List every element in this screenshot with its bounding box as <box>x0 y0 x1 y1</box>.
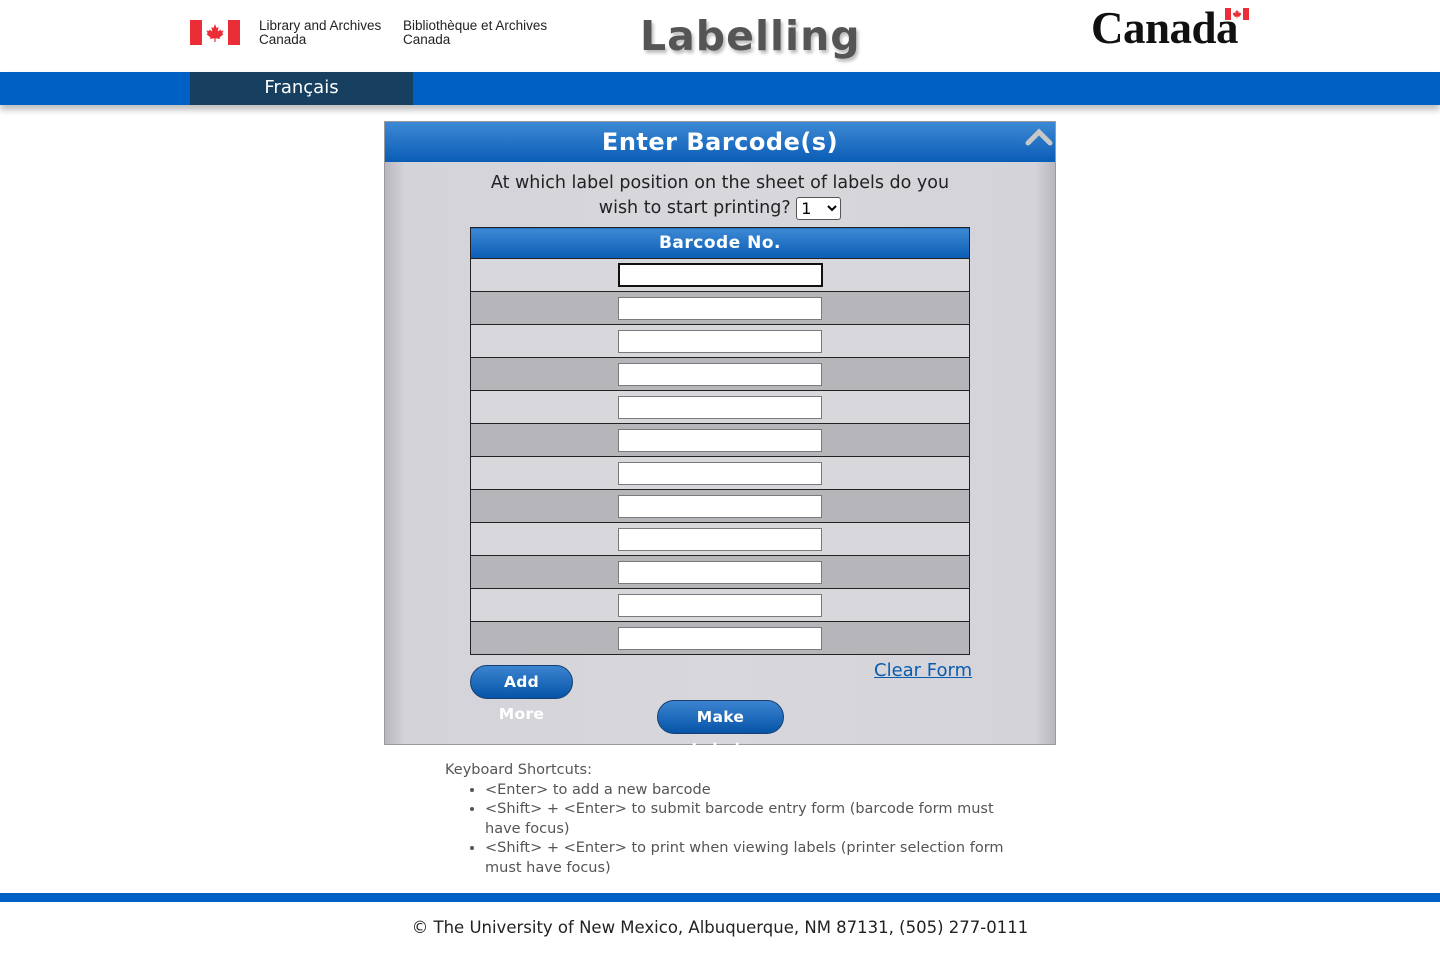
barcode-cell <box>470 588 970 622</box>
wordmark-flag-icon <box>1225 8 1249 20</box>
barcode-table: Barcode No. <box>470 227 970 655</box>
barcode-cell <box>470 324 970 358</box>
table-row <box>470 357 970 391</box>
shortcuts-list: <Enter> to add a new barcode <Shift> + <… <box>445 781 1005 879</box>
barcode-input[interactable] <box>618 362 822 386</box>
table-row <box>470 555 970 589</box>
shortcut-item: <Enter> to add a new barcode <box>485 781 1005 801</box>
table-row <box>470 489 970 523</box>
org-name-french: Bibliothèque et Archives Canada <box>403 19 547 47</box>
barcode-cell <box>470 390 970 424</box>
barcode-column-header: Barcode No. <box>470 227 970 259</box>
panel-title: Enter Barcode(s) <box>601 128 839 156</box>
barcode-cell <box>470 357 970 391</box>
add-more-button[interactable]: Add More <box>470 665 573 723</box>
panel-header: Enter Barcode(s) <box>385 122 1055 162</box>
shortcut-item: <Shift> + <Enter> to submit barcode entr… <box>485 800 1005 839</box>
barcode-input[interactable] <box>618 461 822 485</box>
table-row <box>470 390 970 424</box>
canada-wordmark: Canada <box>1091 3 1239 53</box>
org-name-english: Library and Archives Canada <box>259 19 381 47</box>
barcode-input[interactable] <box>618 395 822 419</box>
table-row <box>470 258 970 292</box>
barcode-input[interactable] <box>618 626 822 650</box>
table-row <box>470 423 970 457</box>
barcode-cell <box>470 423 970 457</box>
footer-copyright: © The University of New Mexico, Albuquer… <box>411 918 1029 937</box>
canada-flag-icon <box>190 20 240 45</box>
barcode-input[interactable] <box>618 329 822 353</box>
clear-form-link[interactable]: Clear Form <box>874 660 972 681</box>
barcode-cell <box>470 456 970 490</box>
barcode-table-body <box>470 258 970 655</box>
start-position-question: At which label position on the sheet of … <box>385 162 1055 221</box>
barcode-input[interactable] <box>618 560 822 584</box>
table-row <box>470 291 970 325</box>
barcode-cell <box>470 621 970 655</box>
barcode-input[interactable] <box>618 527 822 551</box>
barcode-entry-panel: Enter Barcode(s) At which label position… <box>384 121 1056 758</box>
shortcuts-heading: Keyboard Shortcuts: <box>445 762 592 778</box>
table-row <box>470 324 970 358</box>
barcode-input[interactable] <box>618 494 822 518</box>
org-en-line1: Library and Archives <box>259 18 382 33</box>
org-en-line2: Canada <box>259 32 307 47</box>
org-fr-line1: Bibliothèque et Archives <box>403 18 548 33</box>
site-header: Library and Archives Canada Bibliothèque… <box>0 0 1440 72</box>
barcode-cell <box>470 291 970 325</box>
nav-bar: Français <box>0 72 1440 105</box>
table-row <box>470 456 970 490</box>
language-toggle-link[interactable]: Français <box>190 72 413 105</box>
question-line1: At which label position on the sheet of … <box>490 173 950 193</box>
barcode-input[interactable] <box>617 263 823 287</box>
table-row <box>470 522 970 556</box>
barcode-cell <box>470 555 970 589</box>
chevron-up-icon[interactable] <box>1025 127 1053 147</box>
table-row <box>470 588 970 622</box>
barcode-cell <box>470 522 970 556</box>
app-title: Labelling <box>640 12 861 60</box>
keyboard-shortcuts: Keyboard Shortcuts: <Enter> to add a new… <box>445 761 1005 878</box>
table-row <box>470 621 970 655</box>
barcode-input[interactable] <box>618 296 822 320</box>
footer-bar <box>0 893 1440 902</box>
shortcut-item: <Shift> + <Enter> to print when viewing … <box>485 839 1005 878</box>
org-fr-line2: Canada <box>403 32 451 47</box>
barcode-cell <box>470 489 970 523</box>
barcode-input[interactable] <box>618 593 822 617</box>
barcode-cell <box>470 258 970 292</box>
make-labels-button[interactable]: Make Labels <box>657 700 784 758</box>
start-position-select[interactable]: 1 <box>796 196 842 220</box>
question-line2: wish to start printing? <box>598 198 791 218</box>
barcode-input[interactable] <box>618 428 822 452</box>
